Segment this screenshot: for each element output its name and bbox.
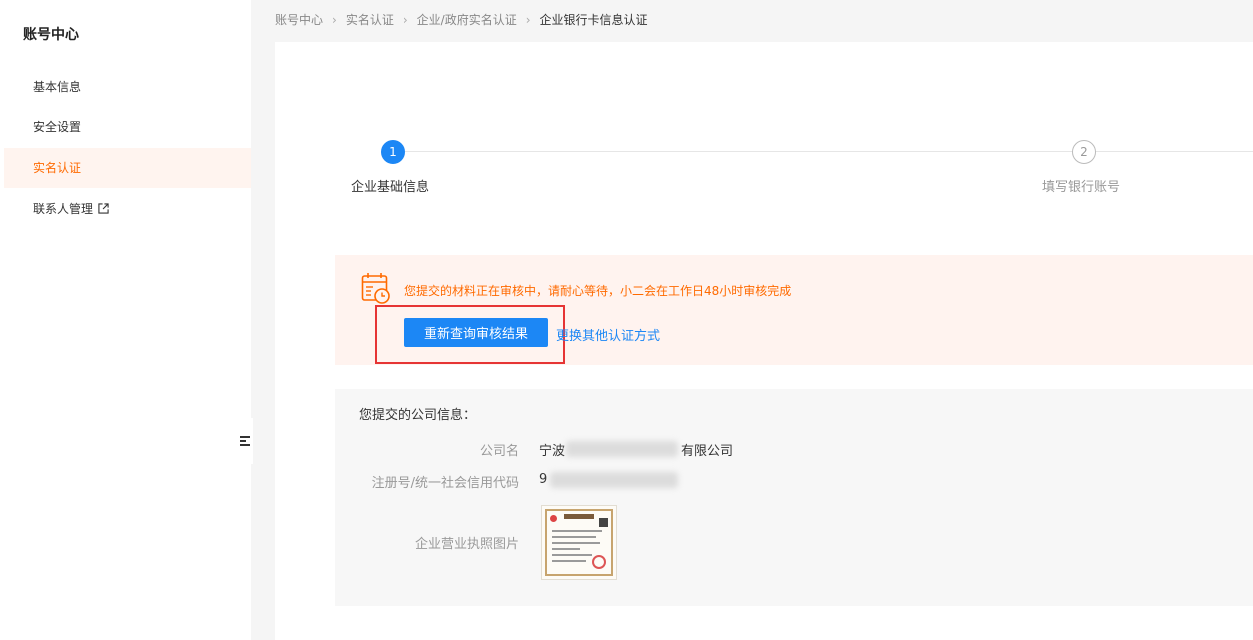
business-license-thumbnail[interactable] bbox=[541, 505, 617, 580]
credit-code-value: 9 bbox=[539, 472, 548, 487]
license-image-label: 企业营业执照图片 bbox=[414, 537, 519, 552]
step-2-indicator: 2 bbox=[1072, 140, 1096, 164]
breadcrumb-account-center[interactable]: 账号中心 bbox=[275, 13, 323, 27]
breadcrumb-separator-icon: › bbox=[525, 13, 531, 27]
breadcrumb: 账号中心 › 实名认证 › 企业/政府实名认证 › 企业银行卡信息认证 bbox=[275, 11, 648, 28]
requery-review-button[interactable]: 重新查询审核结果 bbox=[404, 318, 548, 347]
sidebar-item-contacts[interactable]: 联系人管理 bbox=[4, 189, 251, 229]
redacted-credit-code bbox=[550, 472, 678, 488]
sidebar-title: 账号中心 bbox=[23, 27, 79, 43]
breadcrumb-separator-icon: › bbox=[332, 13, 337, 27]
company-info-title: 您提交的公司信息： bbox=[359, 408, 477, 423]
credit-code-label: 注册号/统一社会信用代码 bbox=[371, 476, 519, 491]
collapse-icon bbox=[239, 434, 250, 448]
external-link-icon bbox=[98, 203, 109, 214]
review-notice bbox=[335, 255, 1253, 365]
sidebar-item-basic-info[interactable]: 基本信息 bbox=[4, 67, 251, 107]
breadcrumb-real-name[interactable]: 实名认证 bbox=[346, 13, 394, 27]
company-name-label: 公司名 bbox=[479, 444, 519, 459]
company-name-suffix: 有限公司 bbox=[681, 444, 734, 459]
step-1-label: 企业基础信息 bbox=[351, 180, 430, 195]
breadcrumb-separator-icon: › bbox=[402, 13, 408, 27]
sidebar-collapse-handle[interactable] bbox=[236, 418, 253, 464]
company-name-prefix: 宁波 bbox=[539, 444, 566, 459]
redacted-company-name bbox=[566, 441, 678, 457]
breadcrumb-enterprise[interactable]: 企业/政府实名认证 bbox=[417, 13, 517, 27]
calendar-clock-icon bbox=[361, 273, 390, 304]
review-notice-text: 您提交的材料正在审核中，请耐心等待，小二会在工作日48小时审核完成 bbox=[404, 284, 792, 298]
step-2-label: 填写银行账号 bbox=[1042, 180, 1121, 195]
switch-auth-method-link[interactable]: 更换其他认证方式 bbox=[556, 325, 660, 344]
step-1-indicator: 1 bbox=[381, 140, 405, 164]
sidebar-item-real-name[interactable]: 实名认证 bbox=[4, 148, 251, 188]
sidebar-item-label: 联系人管理 bbox=[33, 202, 94, 216]
breadcrumb-current: 企业银行卡信息认证 bbox=[539, 13, 648, 27]
step-progress-line bbox=[405, 151, 1253, 152]
sidebar-item-security[interactable]: 安全设置 bbox=[4, 107, 251, 147]
sidebar: 账号中心 基本信息 安全设置 实名认证 联系人管理 bbox=[0, 0, 251, 640]
